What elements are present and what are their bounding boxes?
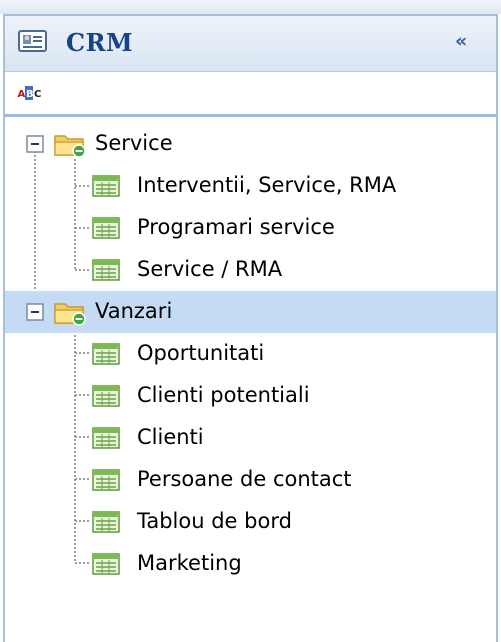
tree-item[interactable]: Marketing [5, 543, 496, 585]
tree-item[interactable]: Tablou de bord [5, 501, 496, 543]
tree-item[interactable]: Service / RMA [5, 249, 496, 291]
tree-toolbar: A B C [5, 73, 496, 115]
folder-icon [54, 303, 86, 326]
folder-icon [54, 135, 86, 158]
panel-frame: CRM « A B C Service Interventii, Service… [3, 14, 498, 642]
crm-panel: CRM « A B C Service Interventii, Service… [0, 0, 501, 642]
tree-item[interactable]: Oportunitati [5, 333, 496, 375]
grid-table-icon [92, 259, 120, 281]
tree-item-label: Clienti potentiali [137, 383, 310, 407]
grid-table-icon [92, 175, 120, 197]
double-chevron-left-icon[interactable]: « [455, 30, 467, 52]
tree-item[interactable]: Interventii, Service, RMA [5, 165, 496, 207]
svg-text:C: C [34, 89, 41, 100]
grid-table-icon [92, 343, 120, 365]
grid-table-icon [92, 427, 120, 449]
svg-text:B: B [26, 89, 34, 100]
tree-item[interactable]: Clienti potentiali [5, 375, 496, 417]
grid-table-icon [92, 469, 120, 491]
panel-title-text: CRM [66, 28, 134, 57]
panel-header[interactable]: CRM « [5, 16, 496, 72]
tree-view: Service Interventii, Service, RMA Progra… [5, 117, 496, 642]
top-strip [0, 0, 501, 14]
tree-group-vanzari[interactable]: Vanzari [5, 291, 496, 333]
tree-item[interactable]: Clienti [5, 417, 496, 459]
panel-title: CRM [66, 28, 133, 57]
tree-item-label: Interventii, Service, RMA [137, 173, 397, 197]
grid-table-icon [92, 553, 120, 575]
tree-item[interactable]: Persoane de contact [5, 459, 496, 501]
grid-table-icon [92, 385, 120, 407]
tree-group-label: Service [95, 131, 173, 155]
tree-item[interactable]: Programari service [5, 207, 496, 249]
tree-item-label: Service / RMA [137, 257, 283, 281]
svg-text:A: A [18, 89, 26, 100]
tree-item-label: Marketing [137, 551, 242, 575]
tree-item-label: Persoane de contact [137, 467, 352, 491]
tree-item-label: Oportunitati [137, 341, 265, 365]
tree-item-label: Tablou de bord [137, 509, 292, 533]
tree-item-label: Clienti [137, 425, 204, 449]
collapse-toggle-icon[interactable] [26, 303, 44, 321]
grid-table-icon [92, 217, 120, 239]
abc-sort-icon[interactable]: A B C [17, 85, 41, 101]
collapse-toggle-icon[interactable] [26, 135, 44, 153]
tree-group-label: Vanzari [95, 299, 173, 323]
tree-group-service[interactable]: Service [5, 123, 496, 165]
grid-table-icon [92, 511, 120, 533]
tree-item-label: Programari service [137, 215, 335, 239]
card-icon [18, 30, 47, 52]
